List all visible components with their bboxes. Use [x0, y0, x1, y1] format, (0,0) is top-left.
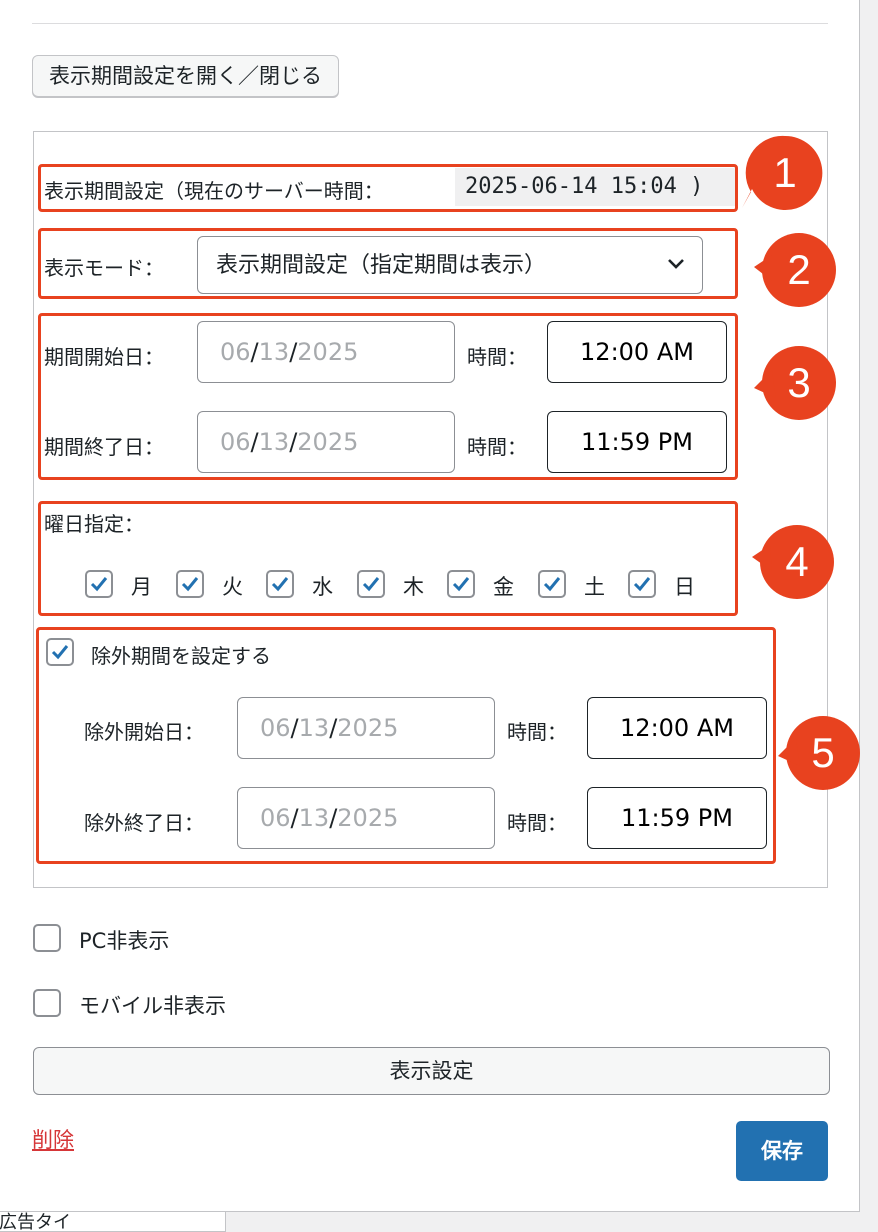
underlying-widget-title: 広告タイ	[0, 1210, 226, 1232]
callout-marker-5: 5	[778, 710, 864, 796]
highlight-box-2	[38, 228, 738, 299]
save-button[interactable]: 保存	[736, 1121, 828, 1181]
callout-marker-3: 3	[754, 340, 840, 426]
callout-marker-2: 2	[754, 227, 840, 313]
highlight-box-1	[38, 164, 738, 212]
display-settings-button[interactable]: 表示設定	[33, 1047, 830, 1095]
toggle-schedule-button[interactable]: 表示期間設定を開く／閉じる	[32, 55, 339, 97]
mobile-hide-checkbox[interactable]	[33, 989, 61, 1017]
highlight-box-4	[38, 501, 738, 616]
callout-marker-1: 1	[742, 130, 828, 216]
callout-marker-4: 4	[752, 519, 838, 605]
divider	[32, 23, 828, 24]
pc-hide-checkbox[interactable]	[33, 924, 61, 952]
pc-hide-label: PC非表示	[79, 929, 170, 953]
mobile-hide-label: モバイル非表示	[79, 994, 226, 1018]
highlight-box-3	[38, 313, 738, 480]
highlight-box-5	[36, 627, 776, 864]
delete-link[interactable]: 削除	[32, 1124, 74, 1154]
